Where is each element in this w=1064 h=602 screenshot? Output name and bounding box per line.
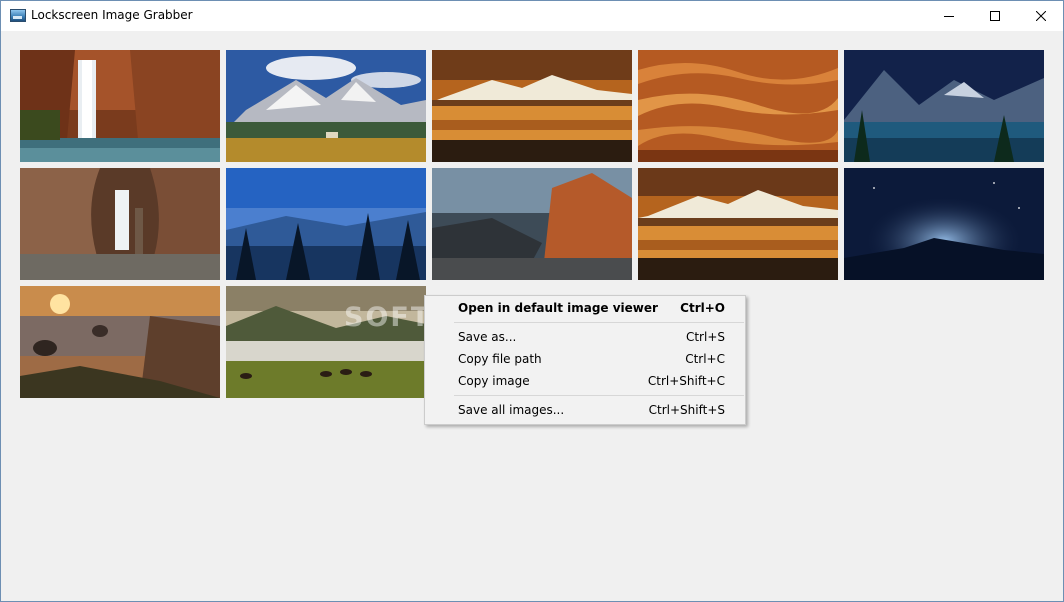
menu-item-copy-image[interactable]: Copy image Ctrl+Shift+C xyxy=(425,370,745,392)
menu-item-shortcut: Ctrl+S xyxy=(685,330,725,344)
menu-item-label: Save as... xyxy=(458,330,517,344)
app-icon xyxy=(10,9,26,22)
image-thumbnail[interactable] xyxy=(20,50,220,162)
image-thumbnail[interactable] xyxy=(432,50,632,162)
menu-item-shortcut: Ctrl+Shift+C xyxy=(647,374,725,388)
minimize-icon xyxy=(944,16,954,17)
minimize-button[interactable] xyxy=(926,1,972,31)
close-icon xyxy=(1036,11,1046,21)
menu-item-save-all-images[interactable]: Save all images... Ctrl+Shift+S xyxy=(425,399,745,421)
image-thumbnail[interactable] xyxy=(638,168,838,280)
menu-item-shortcut: Ctrl+Shift+S xyxy=(648,403,725,417)
image-thumbnail[interactable] xyxy=(226,50,426,162)
image-thumbnail[interactable] xyxy=(20,286,220,398)
maximize-icon xyxy=(990,11,1000,21)
image-thumbnail[interactable] xyxy=(844,168,1044,280)
image-thumbnail[interactable] xyxy=(638,50,838,162)
image-thumbnail[interactable] xyxy=(20,168,220,280)
menu-item-shortcut: Ctrl+O xyxy=(680,301,725,315)
menu-separator xyxy=(454,322,744,323)
image-thumbnail[interactable] xyxy=(226,168,426,280)
context-menu: Open in default image viewer Ctrl+O Save… xyxy=(424,295,746,425)
menu-item-label: Copy file path xyxy=(458,352,542,366)
maximize-button[interactable] xyxy=(972,1,1018,31)
app-window: Lockscreen Image Grabber Open in default… xyxy=(0,0,1064,602)
title-bar[interactable]: Lockscreen Image Grabber xyxy=(1,1,1063,31)
close-button[interactable] xyxy=(1018,1,1063,31)
menu-item-shortcut: Ctrl+C xyxy=(685,352,725,366)
menu-item-label: Copy image xyxy=(458,374,530,388)
menu-item-label: Open in default image viewer xyxy=(458,301,658,315)
menu-separator xyxy=(454,395,744,396)
menu-item-save-as[interactable]: Save as... Ctrl+S xyxy=(425,326,745,348)
menu-item-copy-file-path[interactable]: Copy file path Ctrl+C xyxy=(425,348,745,370)
window-title: Lockscreen Image Grabber xyxy=(31,8,193,22)
menu-item-label: Save all images... xyxy=(458,403,565,417)
image-thumbnail[interactable] xyxy=(432,168,632,280)
image-thumbnail[interactable] xyxy=(844,50,1044,162)
menu-item-open-default-viewer[interactable]: Open in default image viewer Ctrl+O xyxy=(425,297,745,319)
